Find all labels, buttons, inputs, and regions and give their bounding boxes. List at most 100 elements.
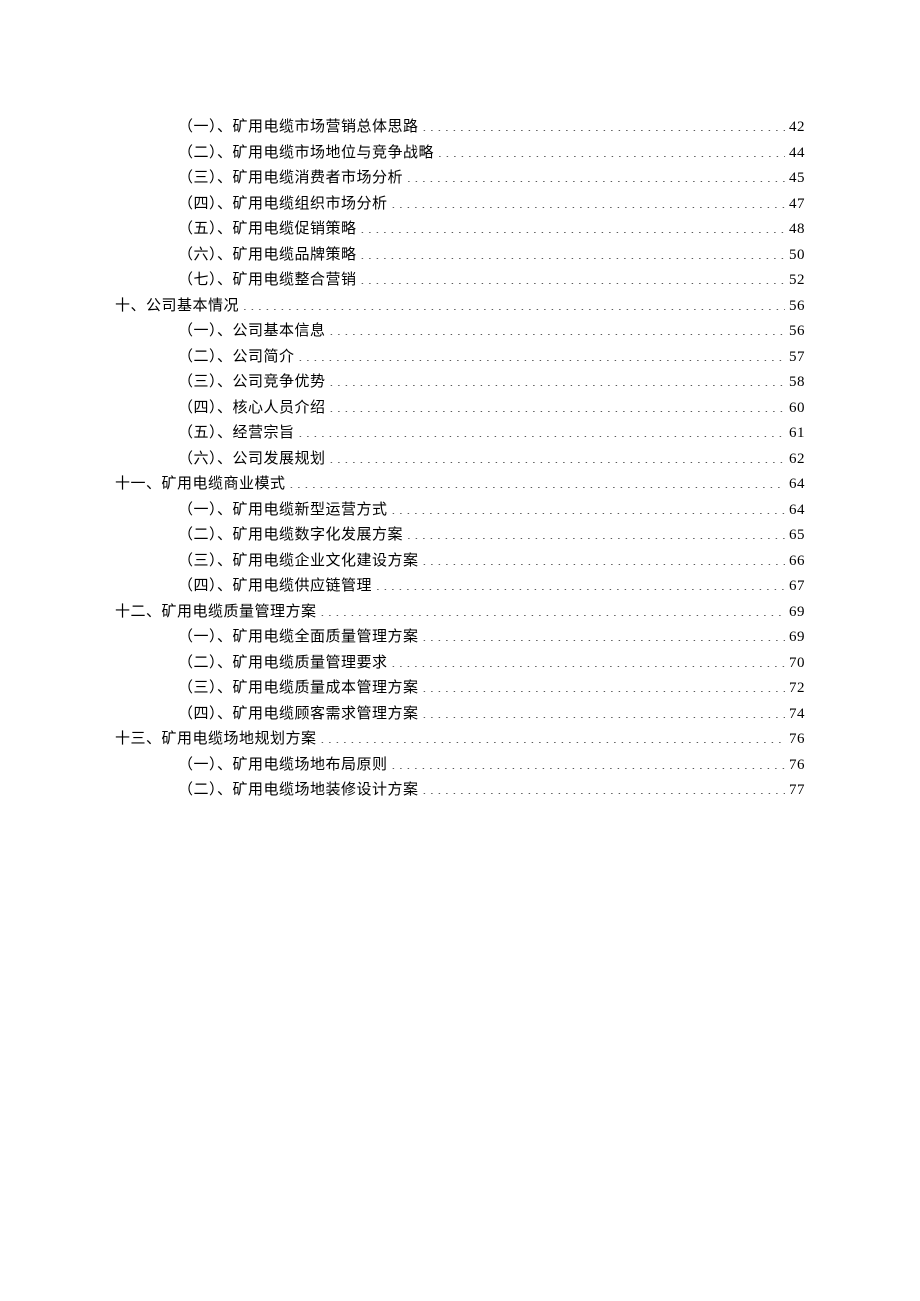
toc-entry-page: 45 bbox=[789, 166, 805, 192]
toc-entry-label: （一）、矿用电缆场地布局原则 bbox=[178, 753, 388, 779]
toc-entry-label: （五）、矿用电缆促销策略 bbox=[178, 217, 357, 243]
toc-entry-page: 52 bbox=[789, 268, 805, 294]
toc-entry: （二）、矿用电缆市场地位与竞争战略 44 bbox=[115, 141, 805, 167]
toc-leader-dots bbox=[423, 116, 785, 131]
toc-entry-page: 69 bbox=[789, 600, 805, 626]
toc-entry: （六）、矿用电缆品牌策略 50 bbox=[115, 243, 805, 269]
toc-entry-page: 76 bbox=[789, 753, 805, 779]
toc-entry-page: 47 bbox=[789, 192, 805, 218]
toc-entry: （二）、矿用电缆场地装修设计方案 77 bbox=[115, 778, 805, 804]
toc-entry-label: （三）、公司竞争优势 bbox=[178, 370, 326, 396]
toc-leader-dots bbox=[423, 677, 785, 692]
toc-entry-label: 十三、矿用电缆场地规划方案 bbox=[115, 727, 317, 753]
toc-entry: （三）、矿用电缆质量成本管理方案 72 bbox=[115, 676, 805, 702]
toc-entry: （四）、核心人员介绍 60 bbox=[115, 396, 805, 422]
toc-leader-dots bbox=[407, 524, 785, 539]
toc-entry: （三）、公司竞争优势 58 bbox=[115, 370, 805, 396]
toc-leader-dots bbox=[299, 346, 785, 361]
toc-entry-page: 61 bbox=[789, 421, 805, 447]
toc-entry-page: 56 bbox=[789, 319, 805, 345]
toc-entry-label: （三）、矿用电缆消费者市场分析 bbox=[178, 166, 403, 192]
toc-entry-page: 42 bbox=[789, 115, 805, 141]
toc-entry: （一）、矿用电缆全面质量管理方案69 bbox=[115, 625, 805, 651]
toc-entry-label: （四）、矿用电缆顾客需求管理方案 bbox=[178, 702, 419, 728]
toc-entry-page: 48 bbox=[789, 217, 805, 243]
toc-leader-dots bbox=[376, 575, 785, 590]
toc-entry: （一）、矿用电缆新型运营方式 64 bbox=[115, 498, 805, 524]
toc-entry-page: 57 bbox=[789, 345, 805, 371]
toc-entry-page: 77 bbox=[789, 778, 805, 804]
toc-entry-page: 69 bbox=[789, 625, 805, 651]
toc-entry: （四）、矿用电缆顾客需求管理方案 74 bbox=[115, 702, 805, 728]
toc-entry-page: 67 bbox=[789, 574, 805, 600]
toc-entry: （一）、矿用电缆市场营销总体思路42 bbox=[115, 115, 805, 141]
toc-entry: 十三、矿用电缆场地规划方案 76 bbox=[115, 727, 805, 753]
toc-entry: （二）、公司简介57 bbox=[115, 345, 805, 371]
toc-entry-label: （二）、矿用电缆质量管理要求 bbox=[178, 651, 388, 677]
toc-entry: （六）、公司发展规划 62 bbox=[115, 447, 805, 473]
toc-entry: （一）、公司基本信息 56 bbox=[115, 319, 805, 345]
toc-leader-dots bbox=[407, 167, 785, 182]
toc-entry-label: （七）、矿用电缆整合营销 bbox=[178, 268, 357, 294]
toc-entry-page: 74 bbox=[789, 702, 805, 728]
toc-entry-page: 62 bbox=[789, 447, 805, 473]
toc-entry-label: （二）、矿用电缆数字化发展方案 bbox=[178, 523, 403, 549]
toc-entry-page: 44 bbox=[789, 141, 805, 167]
document-page: （一）、矿用电缆市场营销总体思路42（二）、矿用电缆市场地位与竞争战略44（三）… bbox=[0, 0, 920, 1301]
toc-entry-page: 58 bbox=[789, 370, 805, 396]
toc-entry: （五）、经营宗旨 61 bbox=[115, 421, 805, 447]
toc-entry-label: （一）、公司基本信息 bbox=[178, 319, 326, 345]
toc-entry: 十一、矿用电缆商业模式 64 bbox=[115, 472, 805, 498]
toc-entry-page: 65 bbox=[789, 523, 805, 549]
toc-entry: （二）、矿用电缆数字化发展方案 65 bbox=[115, 523, 805, 549]
toc-leader-dots bbox=[330, 397, 785, 412]
toc-entry: （三）、矿用电缆企业文化建设方案 66 bbox=[115, 549, 805, 575]
toc-entry-page: 64 bbox=[789, 472, 805, 498]
toc-entry-label: （二）、矿用电缆市场地位与竞争战略 bbox=[178, 141, 434, 167]
toc-entry-label: 十二、矿用电缆质量管理方案 bbox=[115, 600, 317, 626]
toc-entry-label: 十一、矿用电缆商业模式 bbox=[115, 472, 286, 498]
toc-entry: 十、公司基本情况 56 bbox=[115, 294, 805, 320]
toc-entry-label: （四）、矿用电缆组织市场分析 bbox=[178, 192, 388, 218]
toc-entry-page: 50 bbox=[789, 243, 805, 269]
toc-entry-page: 72 bbox=[789, 676, 805, 702]
toc-entry-page: 70 bbox=[789, 651, 805, 677]
toc-leader-dots bbox=[330, 448, 785, 463]
toc-leader-dots bbox=[392, 754, 785, 769]
toc-leader-dots bbox=[423, 703, 785, 718]
toc-entry-label: （四）、矿用电缆供应链管理 bbox=[178, 574, 372, 600]
toc-entry-page: 60 bbox=[789, 396, 805, 422]
toc-entry: （二）、矿用电缆质量管理要求 70 bbox=[115, 651, 805, 677]
toc-leader-dots bbox=[423, 626, 785, 641]
toc-entry: （四）、矿用电缆组织市场分析 47 bbox=[115, 192, 805, 218]
toc-entry: （五）、矿用电缆促销策略 48 bbox=[115, 217, 805, 243]
toc-leader-dots bbox=[299, 422, 785, 437]
toc-entry-page: 56 bbox=[789, 294, 805, 320]
toc-leader-dots bbox=[290, 473, 785, 488]
toc-entry-label: （六）、公司发展规划 bbox=[178, 447, 326, 473]
toc-leader-dots bbox=[423, 550, 785, 565]
toc-entry-label: （二）、矿用电缆场地装修设计方案 bbox=[178, 778, 419, 804]
toc-leader-dots bbox=[392, 652, 785, 667]
toc-entry-label: （五）、经营宗旨 bbox=[178, 421, 295, 447]
toc-leader-dots bbox=[392, 193, 785, 208]
toc-entry: （三）、矿用电缆消费者市场分析 45 bbox=[115, 166, 805, 192]
toc-entry-label: （三）、矿用电缆质量成本管理方案 bbox=[178, 676, 419, 702]
toc-leader-dots bbox=[423, 779, 785, 794]
toc-leader-dots bbox=[321, 601, 785, 616]
toc-entry-page: 76 bbox=[789, 727, 805, 753]
toc-entry-label: （六）、矿用电缆品牌策略 bbox=[178, 243, 357, 269]
toc-leader-dots bbox=[361, 269, 785, 284]
toc-leader-dots bbox=[330, 371, 785, 386]
toc-entry: （七）、矿用电缆整合营销 52 bbox=[115, 268, 805, 294]
table-of-contents: （一）、矿用电缆市场营销总体思路42（二）、矿用电缆市场地位与竞争战略44（三）… bbox=[115, 115, 805, 804]
toc-entry-page: 64 bbox=[789, 498, 805, 524]
toc-entry-label: 十、公司基本情况 bbox=[115, 294, 239, 320]
toc-leader-dots bbox=[392, 499, 785, 514]
toc-entry-label: （四）、核心人员介绍 bbox=[178, 396, 326, 422]
toc-entry-label: （三）、矿用电缆企业文化建设方案 bbox=[178, 549, 419, 575]
toc-leader-dots bbox=[243, 295, 785, 310]
toc-entry-page: 66 bbox=[789, 549, 805, 575]
toc-entry-label: （一）、矿用电缆新型运营方式 bbox=[178, 498, 388, 524]
toc-leader-dots bbox=[330, 320, 785, 335]
